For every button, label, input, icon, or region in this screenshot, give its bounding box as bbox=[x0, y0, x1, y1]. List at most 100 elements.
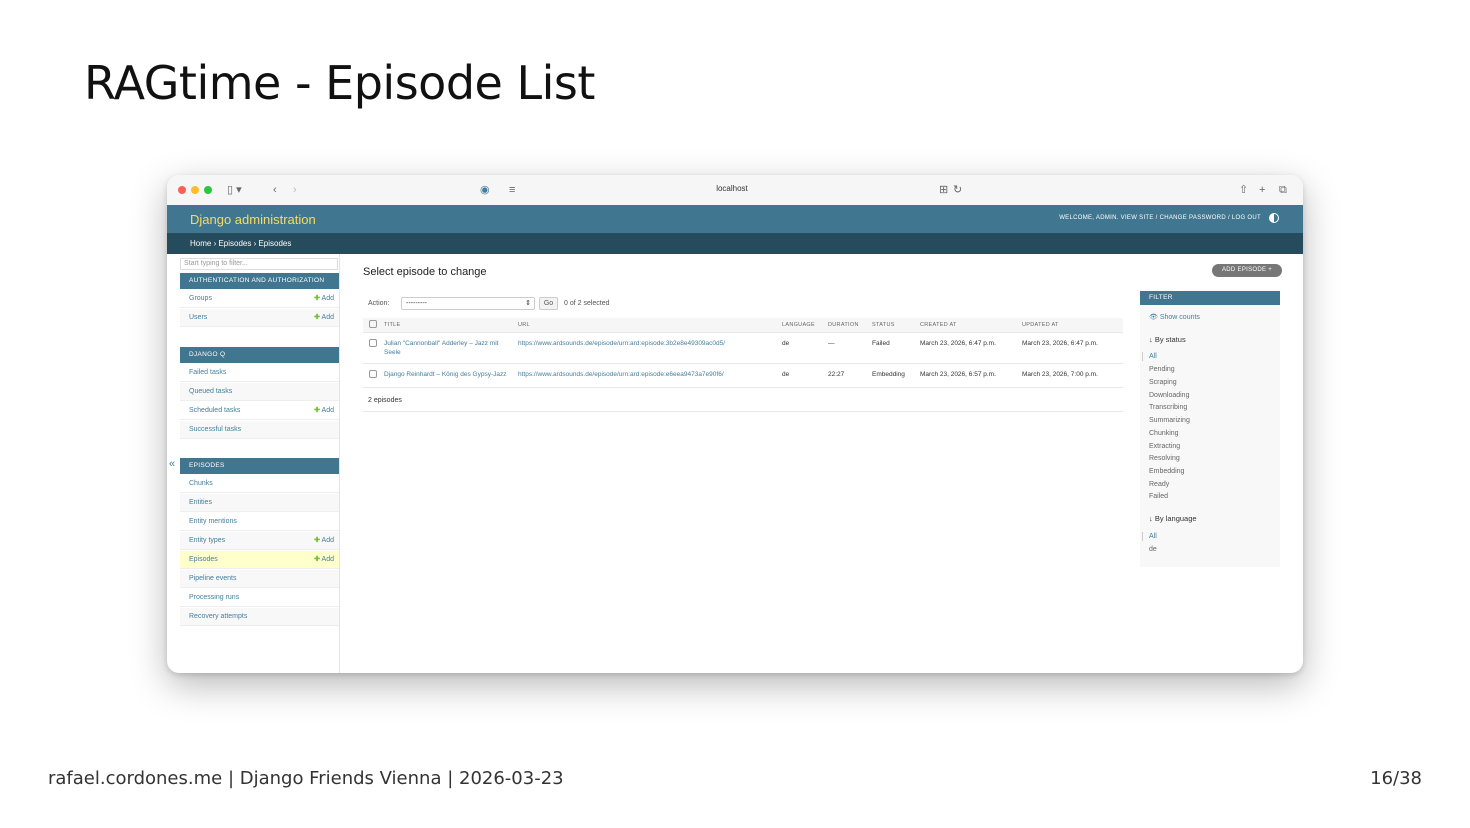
sidebar-toggle-icon[interactable]: ▯ ▾ bbox=[227, 183, 242, 197]
filter-option-language-de[interactable]: de bbox=[1149, 545, 1157, 554]
sidebar-item-label[interactable]: Pipeline events bbox=[189, 570, 236, 588]
sidebar-item-label[interactable]: Queued tasks bbox=[189, 383, 232, 401]
sidebar-item-label[interactable]: Episodes bbox=[189, 551, 218, 569]
sidebar-item-entity-types[interactable]: Entity types ✚ Add bbox=[180, 532, 339, 550]
address-bar[interactable]: localhost bbox=[497, 182, 967, 198]
filter-option-status-ready[interactable]: Ready bbox=[1149, 480, 1169, 489]
filter-title-language[interactable]: ↓ By language bbox=[1149, 514, 1197, 523]
theme-toggle-icon[interactable] bbox=[1269, 213, 1279, 223]
filter-option-status-extracting[interactable]: Extracting bbox=[1149, 442, 1180, 451]
updated-at-cell: March 23, 2026, 6:47 p.m. bbox=[1019, 332, 1123, 364]
eye-icon: 👁 bbox=[1149, 314, 1158, 321]
breadcrumb: Home › Episodes › Episodes bbox=[167, 233, 1303, 254]
filter-option-status-chunking[interactable]: Chunking bbox=[1149, 429, 1179, 438]
sidebar-item-label[interactable]: Failed tasks bbox=[189, 364, 226, 382]
sidebar-item-queued-tasks[interactable]: Queued tasks bbox=[180, 383, 339, 401]
collapse-sidebar-icon[interactable]: « bbox=[169, 458, 175, 470]
show-counts-link[interactable]: 👁 Show counts bbox=[1149, 313, 1200, 321]
sidebar-item-recovery-attempts[interactable]: Recovery attempts bbox=[180, 608, 339, 626]
sidebar-item-label[interactable]: Successful tasks bbox=[189, 421, 241, 439]
add-episode-button[interactable]: ADD EPISODE + bbox=[1212, 264, 1283, 277]
module-caption-django-q[interactable]: DJANGO Q bbox=[180, 347, 339, 363]
sidebar-item-entity-mentions[interactable]: Entity mentions bbox=[180, 513, 339, 531]
filter-option-status-transcribing[interactable]: Transcribing bbox=[1149, 403, 1187, 412]
add-link[interactable]: ✚ Add bbox=[314, 532, 334, 550]
filter-title-status[interactable]: ↓ By status bbox=[1149, 335, 1186, 344]
sidebar-item-label[interactable]: Entities bbox=[189, 494, 212, 512]
filter-option-language-all[interactable]: All bbox=[1142, 532, 1157, 541]
minimize-window-button[interactable] bbox=[191, 186, 199, 194]
episode-title-link[interactable]: Julian "Cannonball" Adderley – Jazz mit … bbox=[384, 340, 498, 356]
breadcrumb-text[interactable]: Home › Episodes › Episodes bbox=[190, 239, 291, 248]
sidebar-item-label[interactable]: Entity mentions bbox=[189, 513, 237, 531]
show-counts-label: Show counts bbox=[1159, 314, 1200, 321]
action-select[interactable]: --------- ⇕ bbox=[401, 297, 535, 310]
filter-option-status-pending[interactable]: Pending bbox=[1149, 365, 1175, 374]
back-icon[interactable]: ‹ bbox=[273, 183, 277, 197]
sidebar-item-users[interactable]: Users ✚ Add bbox=[180, 309, 339, 327]
new-tab-icon[interactable]: + bbox=[1259, 183, 1265, 197]
sidebar-item-pipeline-events[interactable]: Pipeline events bbox=[180, 570, 339, 588]
episode-url-link[interactable]: https://www.ardsounds.de/episode/urn:ard… bbox=[518, 340, 725, 347]
sidebar-item-label[interactable]: Recovery attempts bbox=[189, 608, 247, 626]
sidebar-item-successful-tasks[interactable]: Successful tasks bbox=[180, 421, 339, 439]
user-tools[interactable]: WELCOME, ADMIN. VIEW SITE / CHANGE PASSW… bbox=[1059, 215, 1261, 221]
sidebar-item-episodes[interactable]: Episodes ✚ Add bbox=[180, 551, 339, 569]
column-header-updated-at[interactable]: UPDATED AT bbox=[1019, 318, 1123, 333]
add-link[interactable]: ✚ Add bbox=[314, 402, 334, 420]
select-all-header[interactable] bbox=[363, 318, 381, 333]
filter-option-status-summarizing[interactable]: Summarizing bbox=[1149, 416, 1190, 425]
select-all-checkbox[interactable] bbox=[369, 320, 377, 328]
row-checkbox[interactable] bbox=[369, 339, 377, 347]
column-header-language[interactable]: LANGUAGE bbox=[779, 318, 825, 333]
reload-icon[interactable]: ↻ bbox=[953, 183, 962, 197]
row-checkbox[interactable] bbox=[369, 370, 377, 378]
add-plus-icon: ✚ bbox=[314, 537, 320, 544]
sidebar-item-label[interactable]: Users bbox=[189, 309, 207, 327]
add-link[interactable]: ✚ Add bbox=[314, 309, 334, 327]
add-plus-icon: ✚ bbox=[314, 295, 320, 302]
sidebar-item-groups[interactable]: Groups ✚ Add bbox=[180, 290, 339, 308]
filter-option-status-embedding[interactable]: Embedding bbox=[1149, 467, 1184, 476]
created-at-cell: March 23, 2026, 6:47 p.m. bbox=[917, 332, 1019, 364]
row-select-cell bbox=[363, 332, 381, 364]
filter-option-status-all[interactable]: All bbox=[1142, 352, 1157, 361]
tab-overview-icon[interactable]: ⧉ bbox=[1279, 183, 1287, 197]
module-caption-episodes[interactable]: EPISODES bbox=[180, 458, 339, 474]
column-header-duration[interactable]: DURATION bbox=[825, 318, 869, 333]
add-plus-icon: ✚ bbox=[314, 556, 320, 563]
privacy-shield-icon[interactable]: ◉ bbox=[480, 183, 490, 197]
episode-title-link[interactable]: Django Reinhardt – König des Gypsy-Jazz bbox=[384, 371, 506, 378]
column-header-title[interactable]: TITLE bbox=[381, 318, 515, 333]
column-header-status[interactable]: STATUS bbox=[869, 318, 917, 333]
share-icon[interactable]: ⇧ bbox=[1239, 183, 1248, 197]
forward-icon[interactable]: › bbox=[293, 183, 297, 197]
add-link[interactable]: ✚ Add bbox=[314, 551, 334, 569]
sidebar-item-processing-runs[interactable]: Processing runs bbox=[180, 589, 339, 607]
site-brand[interactable]: Django administration bbox=[190, 212, 316, 227]
sidebar-item-failed-tasks[interactable]: Failed tasks bbox=[180, 364, 339, 382]
episode-url-link[interactable]: https://www.ardsounds.de/episode/urn:ard… bbox=[518, 371, 724, 378]
sidebar-item-entities[interactable]: Entities bbox=[180, 494, 339, 512]
module-caption-auth[interactable]: AUTHENTICATION AND AUTHORIZATION bbox=[180, 273, 339, 289]
zoom-window-button[interactable] bbox=[204, 186, 212, 194]
sidebar-item-label[interactable]: Chunks bbox=[189, 475, 213, 493]
column-header-created-at[interactable]: CREATED AT bbox=[917, 318, 1019, 333]
filter-option-status-downloading[interactable]: Downloading bbox=[1149, 391, 1189, 400]
close-window-button[interactable] bbox=[178, 186, 186, 194]
nav-filter-input[interactable]: Start typing to filter... bbox=[180, 258, 338, 270]
sidebar-item-label[interactable]: Scheduled tasks bbox=[189, 402, 240, 420]
column-header-url[interactable]: URL bbox=[515, 318, 779, 333]
filter-title-label: By status bbox=[1154, 335, 1186, 344]
filter-option-status-scraping[interactable]: Scraping bbox=[1149, 378, 1177, 387]
add-link[interactable]: ✚ Add bbox=[314, 290, 334, 308]
sidebar-item-label[interactable]: Entity types bbox=[189, 532, 225, 550]
sidebar-item-chunks[interactable]: Chunks bbox=[180, 475, 339, 493]
filter-option-status-failed[interactable]: Failed bbox=[1149, 492, 1168, 501]
sidebar-item-label[interactable]: Groups bbox=[189, 290, 212, 308]
sidebar-item-scheduled-tasks[interactable]: Scheduled tasks ✚ Add bbox=[180, 402, 339, 420]
sidebar-item-label[interactable]: Processing runs bbox=[189, 589, 239, 607]
go-button[interactable]: Go bbox=[539, 297, 558, 310]
filter-option-status-resolving[interactable]: Resolving bbox=[1149, 454, 1180, 463]
translate-icon[interactable]: ⊞ bbox=[939, 183, 948, 197]
